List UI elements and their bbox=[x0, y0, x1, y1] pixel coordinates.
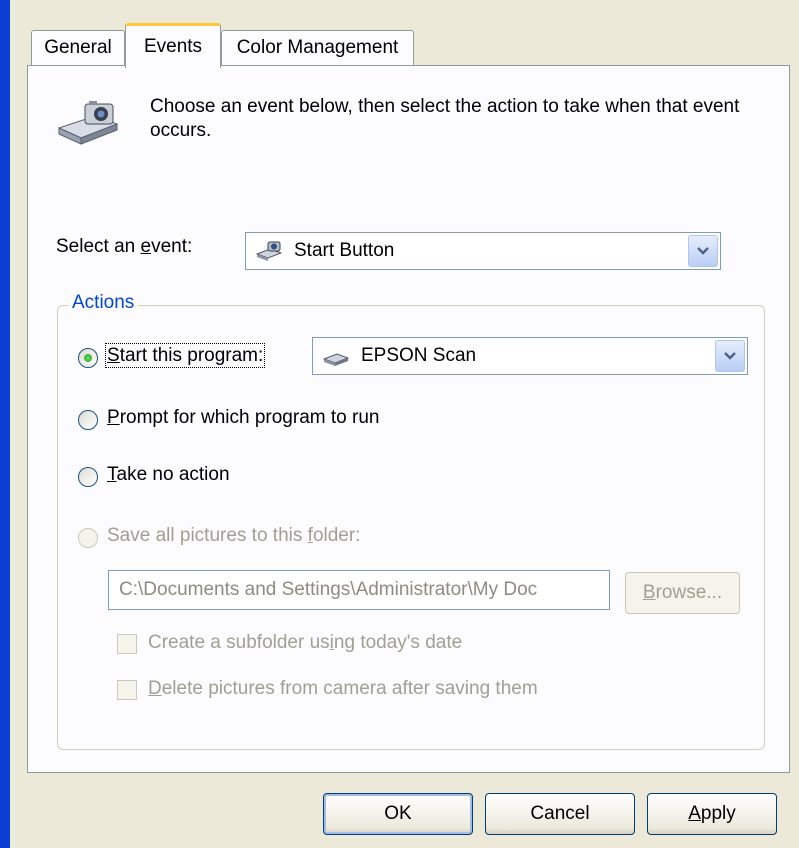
start-program-radio[interactable] bbox=[78, 348, 98, 368]
program-select[interactable]: EPSON Scan bbox=[312, 337, 748, 375]
program-dropdown-button[interactable] bbox=[715, 340, 745, 372]
delete-pictures-checkbox[interactable] bbox=[117, 680, 137, 700]
window-left-border bbox=[0, 0, 10, 848]
prompt-program-radio[interactable] bbox=[78, 410, 98, 430]
delete-pictures-label[interactable]: Delete pictures from camera after saving… bbox=[148, 678, 538, 700]
start-program-label[interactable]: Start this program: bbox=[104, 343, 266, 368]
event-selected-value: Start Button bbox=[294, 240, 395, 261]
ok-button[interactable]: OK bbox=[323, 793, 473, 835]
scanner-camera-icon bbox=[57, 101, 119, 145]
tab-color-management-label: Color Management bbox=[236, 37, 399, 58]
event-scanner-icon bbox=[256, 241, 282, 261]
tab-color-management[interactable]: Color Management bbox=[221, 30, 414, 66]
chevron-down-icon bbox=[697, 247, 709, 255]
select-event-label: Select an event: bbox=[56, 236, 193, 257]
epson-scan-icon bbox=[323, 353, 349, 366]
no-action-label[interactable]: Take no action bbox=[107, 464, 230, 486]
tab-general-label: General bbox=[44, 37, 112, 58]
tab-general[interactable]: General bbox=[31, 30, 125, 66]
no-action-radio[interactable] bbox=[78, 467, 98, 487]
subfolder-checkbox[interactable] bbox=[117, 634, 137, 654]
prompt-program-label[interactable]: Prompt for which program to run bbox=[107, 407, 379, 429]
cancel-button[interactable]: Cancel bbox=[485, 793, 635, 835]
folder-path-input[interactable]: C:\Documents and Settings\Administrator\… bbox=[108, 570, 610, 610]
radio-selected-dot bbox=[84, 354, 92, 362]
save-pictures-radio[interactable] bbox=[78, 528, 98, 548]
event-select[interactable]: Start Button bbox=[245, 232, 721, 270]
subfolder-label[interactable]: Create a subfolder using today's date bbox=[148, 632, 462, 654]
event-dropdown-button[interactable] bbox=[688, 235, 718, 267]
intro-text: Choose an event below, then select the a… bbox=[150, 96, 740, 141]
actions-group-title: Actions bbox=[68, 292, 139, 314]
save-pictures-label[interactable]: Save all pictures to this folder: bbox=[107, 525, 360, 547]
tab-events-label: Events bbox=[143, 36, 203, 57]
browse-button[interactable]: Browse... bbox=[625, 572, 740, 614]
chevron-down-icon bbox=[724, 352, 736, 360]
apply-button[interactable]: Apply bbox=[647, 793, 777, 835]
tab-events[interactable]: Events bbox=[125, 23, 221, 68]
program-selected-value: EPSON Scan bbox=[361, 345, 477, 366]
